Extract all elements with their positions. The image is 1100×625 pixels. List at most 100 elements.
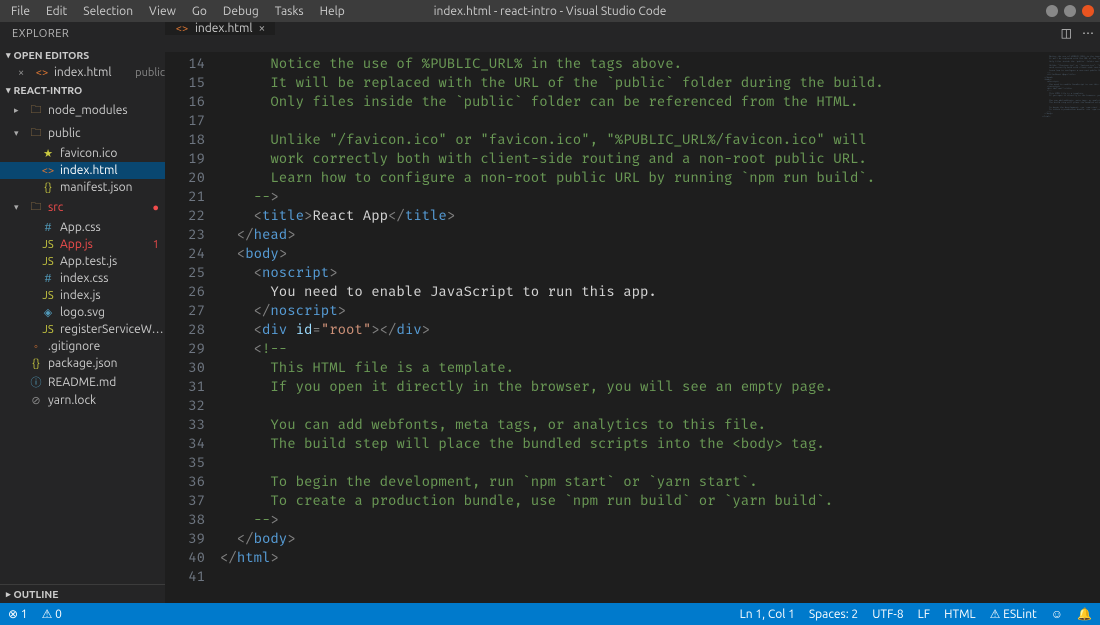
status-lncol[interactable]: Ln 1, Col 1 [740, 608, 795, 621]
menubar: FileEditSelectionViewGoDebugTasksHelp [0, 0, 356, 22]
titlebar: FileEditSelectionViewGoDebugTasksHelp in… [0, 0, 1100, 22]
open-editors-section[interactable]: ▾ OPEN EDITORS [0, 46, 165, 64]
file-logo.svg[interactable]: ◈ logo.svg [0, 304, 165, 321]
tree-item-label: logo.svg [60, 306, 165, 319]
folder-node_modules[interactable]: ▸🗀node_modules [0, 99, 165, 122]
explorer-header: EXPLORER [0, 22, 165, 46]
folder-icon: 🗀 [29, 198, 43, 217]
folder-src[interactable]: ▾🗀src● [0, 196, 165, 219]
chevron-right-icon: ▸ [14, 105, 24, 116]
folder-icon: 🗀 [29, 124, 43, 143]
file-yarn.lock[interactable]: ⊘ yarn.lock [0, 392, 165, 409]
open-editor-item[interactable]: ×<>index.htmlpublic [0, 64, 165, 81]
folder-public[interactable]: ▾ 🗀 public [0, 122, 165, 145]
tree-item-label: src [48, 201, 147, 214]
chevron-down-icon: ▾ [6, 85, 11, 96]
file-icon: {} [29, 358, 43, 370]
window-title: index.html - react-intro - Visual Studio… [434, 5, 667, 18]
file-icon: <> [41, 165, 55, 177]
editor: <> index.html × ◫ ⋯ 1415161718192021222324… [165, 22, 1100, 603]
file-icon: JS [41, 290, 55, 302]
status-eol[interactable]: LF [918, 608, 930, 621]
file-name: index.html [54, 66, 130, 79]
file-package.json[interactable]: {}package.json [0, 355, 165, 372]
file-icon: ◦ [29, 341, 43, 353]
file-icon: JS [41, 239, 55, 251]
status-warnings[interactable]: ⚠ 0 [42, 607, 62, 621]
tree-item-label: App.js [60, 238, 148, 251]
menu-go[interactable]: Go [185, 3, 214, 20]
tree-item-label: App.css [60, 221, 165, 234]
file-index.js[interactable]: JS index.js [0, 287, 165, 304]
close-icon[interactable]: × [18, 67, 30, 79]
file-index.css[interactable]: # index.css [0, 270, 165, 287]
status-spaces[interactable]: Spaces: 2 [809, 608, 858, 621]
file-.gitignore[interactable]: ◦ .gitignore [0, 338, 165, 355]
outline-section[interactable]: ▸ OUTLINE [0, 584, 165, 603]
tree-item-label: README.md [48, 376, 165, 389]
split-editor-icon[interactable]: ◫ [1061, 26, 1072, 40]
menu-selection[interactable]: Selection [76, 3, 140, 20]
more-actions-icon[interactable]: ⋯ [1082, 26, 1094, 40]
explorer-sidebar: EXPLORER ▾ OPEN EDITORS × <> index.html pub… [0, 22, 165, 603]
minimize-button[interactable] [1046, 5, 1058, 17]
menu-help[interactable]: Help [313, 3, 352, 20]
file-App.css[interactable]: # App.css [0, 219, 165, 236]
menu-file[interactable]: File [4, 3, 37, 20]
line-gutter: 1415161718192021222324252627282930313233… [165, 52, 220, 603]
file-README.md[interactable]: ⓘ README.md [0, 372, 165, 392]
status-language[interactable]: HTML [944, 608, 976, 621]
tree-item-label: index.html [60, 164, 165, 177]
tab-bar: <> index.html × ◫ ⋯ [165, 22, 1100, 52]
menu-edit[interactable]: Edit [39, 3, 74, 20]
maximize-button[interactable] [1064, 5, 1076, 17]
menu-tasks[interactable]: Tasks [268, 3, 311, 20]
status-feedback[interactable]: ☺ [1051, 607, 1063, 621]
chevron-down-icon: ▾ [14, 128, 24, 139]
file-App.js[interactable]: JSApp.js1 [0, 236, 165, 253]
tree-item-label: index.css [60, 272, 165, 285]
file-icon: {} [41, 182, 55, 194]
file-index.html[interactable]: <> index.html [0, 162, 165, 179]
tree-item-label: public [48, 127, 165, 140]
minimap[interactable]: Notice the use of %PUBLIC_URL% in the ta… [1040, 52, 1100, 603]
chevron-down-icon: ▾ [6, 50, 11, 61]
file-icon: ⊘ [29, 394, 43, 407]
file-icon: # [41, 273, 55, 285]
tree-item-label: manifest.json [60, 181, 165, 194]
status-encoding[interactable]: UTF-8 [872, 608, 903, 621]
menu-debug[interactable]: Debug [216, 3, 266, 20]
close-icon[interactable]: × [259, 22, 266, 35]
file-icon: JS [41, 256, 55, 268]
file-icon: ◈ [41, 306, 55, 319]
file-icon: <> [35, 67, 49, 79]
tree-item-label: registerServiceWorker.js [60, 323, 165, 336]
tab-label: index.html [195, 22, 253, 35]
project-section[interactable]: ▾ REACT-INTRO [0, 81, 165, 99]
status-eslint[interactable]: ⚠ ESLint [990, 607, 1037, 621]
tab-index-html[interactable]: <> index.html × [165, 22, 276, 35]
tree-item-label: yarn.lock [48, 394, 165, 407]
menu-view[interactable]: View [142, 3, 183, 20]
chevron-down-icon: ▾ [14, 202, 24, 213]
window-controls [1046, 5, 1094, 17]
file-icon: ★ [41, 147, 55, 160]
file-icon: JS [41, 324, 55, 336]
status-bar: ⊗ 1 ⚠ 0 Ln 1, Col 1 Spaces: 2 UTF-8 LF H… [0, 603, 1100, 625]
file-registerServiceWorker.js[interactable]: JS registerServiceWorker.js [0, 321, 165, 338]
file-icon: # [41, 222, 55, 234]
tree-item-label: index.js [60, 289, 165, 302]
file-App.test.js[interactable]: JS App.test.js [0, 253, 165, 270]
file-icon: <> [175, 23, 189, 35]
tree-item-label: App.test.js [60, 255, 165, 268]
tree-item-label: .gitignore [48, 340, 165, 353]
folder-icon: 🗀 [29, 101, 43, 120]
editor-body[interactable]: 1415161718192021222324252627282930313233… [165, 52, 1100, 603]
status-notifications[interactable]: 🔔 [1077, 607, 1092, 621]
code-area[interactable]: Notice the use of %PUBLIC_URL% in the ta… [220, 52, 1040, 603]
close-button[interactable] [1082, 5, 1094, 17]
file-manifest.json[interactable]: {} manifest.json [0, 179, 165, 196]
file-favicon.ico[interactable]: ★favicon.ico [0, 145, 165, 162]
status-errors[interactable]: ⊗ 1 [8, 607, 28, 621]
file-icon: ⓘ [29, 374, 43, 390]
